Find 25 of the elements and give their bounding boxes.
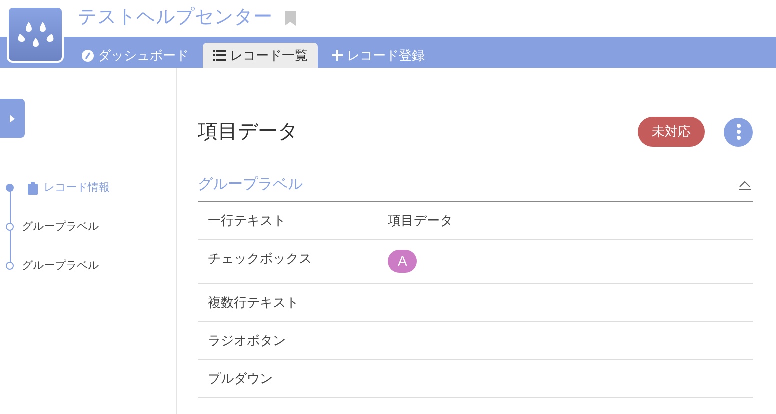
field-value: 項目データ <box>388 212 453 230</box>
chevron-icon[interactable] <box>739 180 751 190</box>
app-logo <box>7 6 64 63</box>
field-label: ラジオボタン <box>208 332 287 350</box>
sidebar-toggle-button[interactable] <box>0 99 25 138</box>
field-label: 一行テキスト <box>208 212 287 230</box>
field-label: チェックボックス <box>208 250 313 268</box>
field-label: プルダウン <box>208 370 274 388</box>
app-title: テストヘルプセンター <box>78 6 273 30</box>
status-badge: 未対応 <box>638 117 705 147</box>
nav-tab[interactable]: レコード一覧 <box>203 43 318 68</box>
sidebar-link[interactable]: グループラベル <box>22 258 99 274</box>
plus-icon <box>332 50 343 61</box>
kebab-icon <box>736 124 740 140</box>
sidebar-link[interactable]: グループラベル <box>22 218 99 236</box>
clipboard-icon <box>28 182 38 194</box>
record-title: 項目データ <box>198 120 299 145</box>
gauge-icon <box>82 50 94 62</box>
more-button[interactable] <box>724 118 753 146</box>
tag: A <box>388 250 418 273</box>
bookmark-icon[interactable] <box>284 11 296 26</box>
field-label: 複数行テキスト <box>208 294 300 312</box>
list-icon <box>213 50 226 61</box>
group-label: グループラベル <box>198 174 304 195</box>
caret-right-icon <box>10 114 15 122</box>
